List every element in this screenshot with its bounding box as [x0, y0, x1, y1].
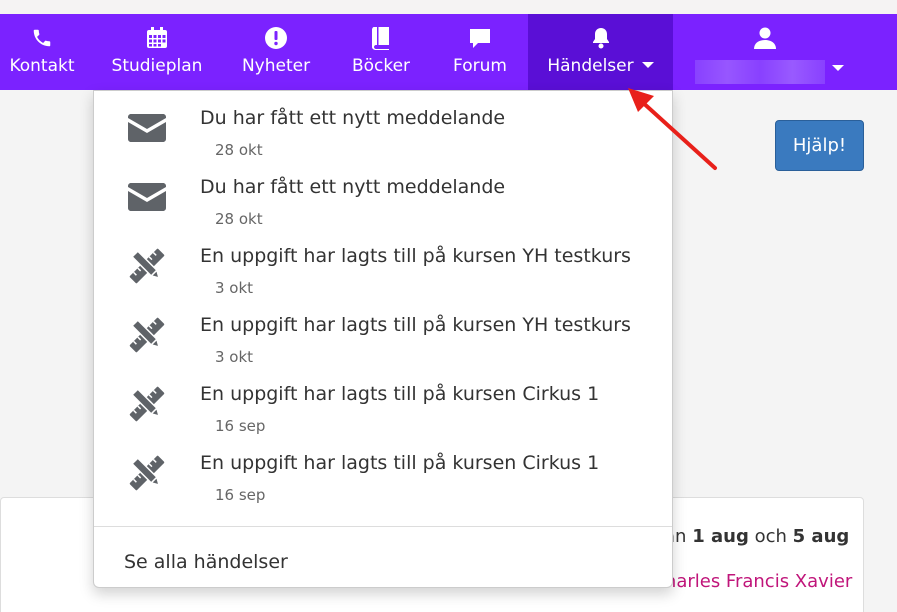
pencil-ruler-icon — [128, 455, 166, 491]
event-item[interactable]: Du har fått ett nytt meddelande 28 okt — [94, 91, 672, 160]
event-date: 28 okt — [215, 141, 263, 159]
nav-label: Studieplan — [111, 56, 203, 76]
event-date: 16 sep — [215, 417, 266, 435]
nav-item-studieplan[interactable]: Studieplan — [107, 14, 207, 90]
start-date: 1 aug — [692, 526, 749, 547]
end-date: 5 aug — [792, 526, 850, 547]
calendar-icon — [146, 26, 168, 50]
event-title: En uppgift har lagts till på kursen YH t… — [200, 314, 631, 336]
teacher-link[interactable]: Charles Francis Xavier — [652, 571, 852, 592]
nav-item-handelser[interactable]: Händelser — [528, 14, 673, 90]
event-title: En uppgift har lagts till på kursen YH t… — [200, 245, 631, 267]
event-title: Du har fått ett nytt meddelande — [200, 107, 506, 129]
event-date: 3 okt — [215, 279, 254, 297]
event-date: 16 sep — [215, 486, 266, 504]
dropdown-divider — [94, 526, 672, 527]
pencil-ruler-icon — [128, 386, 166, 422]
event-date: 28 okt — [215, 210, 263, 228]
see-all-events-link[interactable]: Se alla händelser — [124, 551, 288, 573]
nav-label: Böcker — [351, 56, 411, 76]
book-icon — [370, 26, 392, 50]
event-title: En uppgift har lagts till på kursen Cirk… — [200, 452, 600, 474]
chat-icon — [468, 26, 492, 50]
nav-item-nyheter[interactable]: Nyheter — [236, 14, 316, 90]
event-item[interactable]: En uppgift har lagts till på kursen Cirk… — [94, 367, 672, 436]
user-icon — [753, 26, 777, 50]
phone-icon — [31, 26, 53, 50]
user-caret-down-icon[interactable] — [832, 65, 844, 71]
red-arrow-annotation — [628, 88, 717, 170]
exclamation-circle-icon — [264, 26, 288, 50]
event-date: 3 okt — [215, 348, 254, 366]
top-strip — [0, 0, 897, 14]
nav-item-bocker[interactable]: Böcker — [346, 14, 416, 90]
nav-item-forum[interactable]: Forum — [446, 14, 514, 90]
dates-conjunction: och — [754, 526, 787, 547]
envelope-icon — [128, 180, 166, 214]
envelope-icon — [128, 111, 166, 145]
nav-label: Händelser — [547, 56, 634, 76]
course-dates: an 1 aug och 5 aug — [664, 526, 849, 547]
bell-icon — [590, 26, 612, 50]
event-item[interactable]: En uppgift har lagts till på kursen YH t… — [94, 229, 672, 298]
help-button[interactable]: Hjälp! — [775, 120, 864, 171]
main-navbar: Kontakt Studieplan Nyheter Böcker Forum … — [0, 14, 897, 90]
nav-label-with-caret: Händelser — [547, 56, 654, 76]
event-title: Du har fått ett nytt meddelande — [200, 176, 506, 198]
events-dropdown: Du har fått ett nytt meddelande 28 okt D… — [93, 90, 673, 588]
nav-label: Nyheter — [241, 56, 311, 76]
event-item[interactable]: En uppgift har lagts till på kursen YH t… — [94, 298, 672, 367]
event-title: En uppgift har lagts till på kursen Cirk… — [200, 383, 600, 405]
pencil-ruler-icon — [128, 248, 166, 284]
redacted-username — [695, 60, 825, 84]
event-item[interactable]: Du har fått ett nytt meddelande 28 okt — [94, 160, 672, 229]
nav-label: Kontakt — [9, 56, 75, 76]
event-item[interactable]: En uppgift har lagts till på kursen Cirk… — [94, 436, 672, 505]
pencil-ruler-icon — [128, 317, 166, 353]
caret-down-icon — [641, 62, 654, 68]
nav-item-kontakt[interactable]: Kontakt — [0, 14, 84, 90]
nav-label: Forum — [453, 56, 507, 76]
